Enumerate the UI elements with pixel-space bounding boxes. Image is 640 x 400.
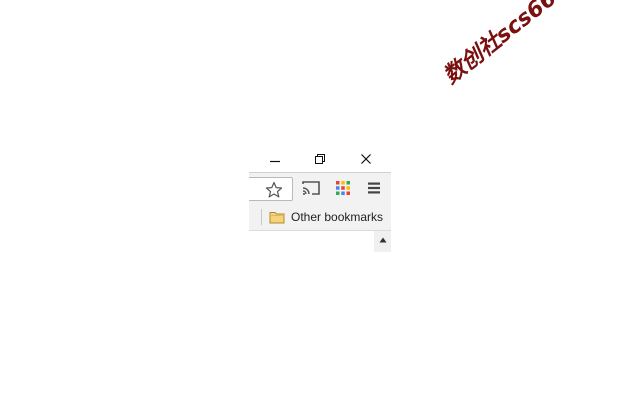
- apps-button[interactable]: [331, 178, 355, 198]
- scroll-up-button[interactable]: [374, 231, 391, 248]
- apps-grid-icon: [336, 181, 350, 195]
- close-icon: [361, 154, 371, 164]
- bookmark-star-button[interactable]: [263, 180, 285, 200]
- window-controls: [249, 146, 391, 172]
- minimize-button[interactable]: [264, 150, 286, 168]
- star-icon: [265, 181, 283, 198]
- minimize-icon: [270, 160, 280, 163]
- watermark-text: 数创社scs66: [438, 0, 562, 90]
- bookmarks-bar: Other bookmarks: [249, 203, 391, 231]
- restore-icon: [315, 154, 325, 164]
- browser-window-fragment: Other bookmarks: [249, 146, 391, 252]
- bookmarks-separator: [261, 209, 262, 225]
- other-bookmarks-button[interactable]: Other bookmarks: [267, 206, 385, 227]
- screen: 数创社scs66 Other bookmarks: [0, 0, 640, 400]
- scroll-up-arrow-icon: [379, 237, 386, 242]
- address-bar[interactable]: [249, 177, 293, 201]
- folder-icon: [269, 210, 285, 224]
- cast-icon: [302, 181, 320, 195]
- close-button[interactable]: [355, 150, 377, 168]
- restore-button[interactable]: [309, 150, 331, 168]
- cast-button[interactable]: [299, 178, 323, 198]
- page-content-area: [249, 231, 391, 252]
- other-bookmarks-label: Other bookmarks: [291, 209, 384, 224]
- hamburger-menu-icon: [368, 182, 380, 194]
- browser-toolbar: [249, 172, 391, 203]
- chrome-menu-button[interactable]: [362, 178, 386, 198]
- vertical-scrollbar[interactable]: [374, 231, 391, 252]
